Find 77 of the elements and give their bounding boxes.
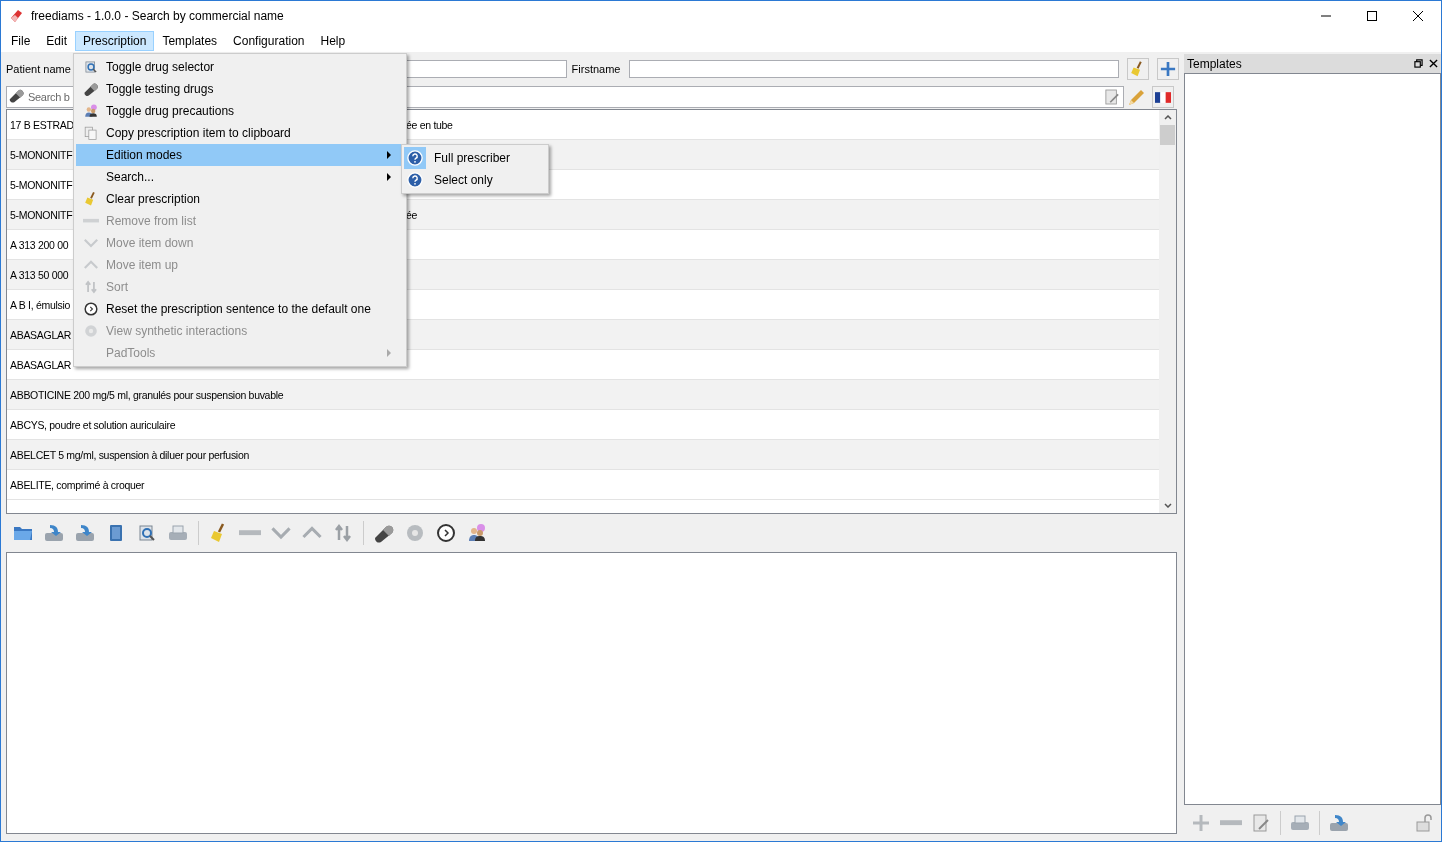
chevron-down-icon[interactable]	[270, 526, 292, 540]
submenu-arrow-icon	[386, 151, 392, 159]
menu-item[interactable]: Templates	[154, 31, 226, 51]
clock-icon[interactable]	[435, 522, 457, 544]
chevron-down-icon	[83, 238, 99, 248]
menu-item[interactable]: Reset the prescription sentence to the default one	[76, 298, 404, 320]
menu-item[interactable]: Help	[312, 31, 354, 51]
drug-name[interactable]: ABASAGLAR	[10, 358, 71, 371]
people-icon	[83, 103, 99, 119]
scroll-down-icon[interactable]	[1163, 503, 1172, 508]
french-flag-button[interactable]	[1152, 86, 1174, 108]
help-icon	[407, 150, 423, 166]
minus-icon[interactable]	[1220, 819, 1242, 827]
sort-icon[interactable]	[332, 522, 354, 544]
chevron-up-icon[interactable]	[301, 526, 323, 540]
menu-item[interactable]: Edition modes	[76, 144, 404, 166]
help-icon	[407, 172, 423, 188]
drug-name[interactable]: ABBOTICINE 200 mg/5 ml, granulés pour suspension buvable	[10, 388, 284, 401]
menu-item[interactable]: File	[3, 31, 39, 51]
minus-icon[interactable]	[239, 529, 261, 537]
drug-name[interactable]: 17 B ESTRAD	[10, 118, 74, 131]
flag-icon	[1155, 91, 1171, 103]
menu-item[interactable]: Edit	[38, 31, 76, 51]
pill-icon	[83, 81, 99, 97]
copy-icon	[83, 125, 99, 141]
drug-name[interactable]: ée	[406, 208, 418, 221]
save-icon[interactable]	[74, 522, 96, 544]
scrollbar-thumb[interactable]	[1160, 125, 1175, 145]
drug-name[interactable]: 5-MONONITF	[10, 208, 73, 221]
drug-name[interactable]: ée en tube	[406, 118, 453, 131]
menu-item[interactable]: Configuration	[225, 31, 313, 51]
app-logo-icon	[9, 7, 25, 24]
menu-item[interactable]: Copy prescription item to clipboard	[76, 122, 404, 144]
chevron-up-icon	[83, 260, 99, 270]
clock-icon	[83, 301, 99, 317]
drug-name[interactable]: ABASAGLAR	[10, 328, 71, 341]
drug-name[interactable]: 5-MONONITF	[10, 178, 73, 191]
maximize-icon[interactable]	[1366, 9, 1378, 22]
magnifier-icon	[83, 59, 99, 75]
scroll-up-icon[interactable]	[1163, 115, 1172, 120]
patient-name-label: Patient name	[6, 63, 71, 75]
save-icon[interactable]	[43, 522, 65, 544]
menu-item[interactable]: Full prescriber	[404, 147, 546, 169]
drug-name[interactable]: A 313 50 000	[10, 268, 69, 281]
close-icon[interactable]	[1429, 59, 1438, 68]
lock-icon[interactable]	[1413, 812, 1435, 834]
people-icon[interactable]	[466, 522, 488, 544]
drug-name[interactable]: ABELCET 5 mg/ml, suspension à diluer pour perfusion	[10, 448, 249, 461]
menu-item[interactable]: Search...	[76, 166, 404, 188]
add-button[interactable]	[1157, 58, 1179, 80]
menu-item[interactable]: Clear prescription	[76, 188, 404, 210]
drug-name[interactable]: A 313 200 00	[10, 238, 69, 251]
clear-patient-button[interactable]	[1127, 58, 1150, 80]
plus-icon	[1160, 61, 1177, 77]
pill-icon	[9, 89, 24, 104]
window-title: freediams - 1.0.0 - Search by commercial name	[31, 8, 284, 23]
drug-name[interactable]: A B I, émulsio	[10, 298, 70, 311]
note-edit-icon[interactable]	[1105, 89, 1119, 105]
firstname-label: Firstname	[571, 63, 621, 75]
drug-name[interactable]: ABELITE, comprimé à croquer	[10, 478, 145, 491]
submenu-arrow-icon	[386, 349, 392, 357]
float-icon[interactable]	[1414, 59, 1423, 68]
sort-icon	[83, 279, 99, 295]
menu-item[interactable]: Select only	[404, 169, 546, 191]
menu-item[interactable]: Toggle drug selector	[76, 56, 404, 78]
firstname-field[interactable]	[629, 60, 1120, 78]
save-icon[interactable]	[1328, 812, 1350, 834]
pencil-icon[interactable]	[1128, 88, 1145, 106]
drug-name[interactable]: 5-MONONITF	[10, 148, 73, 161]
dock-title: Templates	[1187, 56, 1242, 71]
close-icon[interactable]	[1412, 9, 1424, 22]
submenu-arrow-icon	[386, 173, 392, 181]
edit-icon[interactable]	[1250, 812, 1272, 834]
drug-name[interactable]: ABCYS, poudre et solution auriculaire	[10, 418, 176, 431]
menu-item[interactable]: Prescription	[75, 31, 155, 51]
minus-icon	[83, 218, 99, 224]
plus-icon[interactable]	[1190, 812, 1212, 834]
